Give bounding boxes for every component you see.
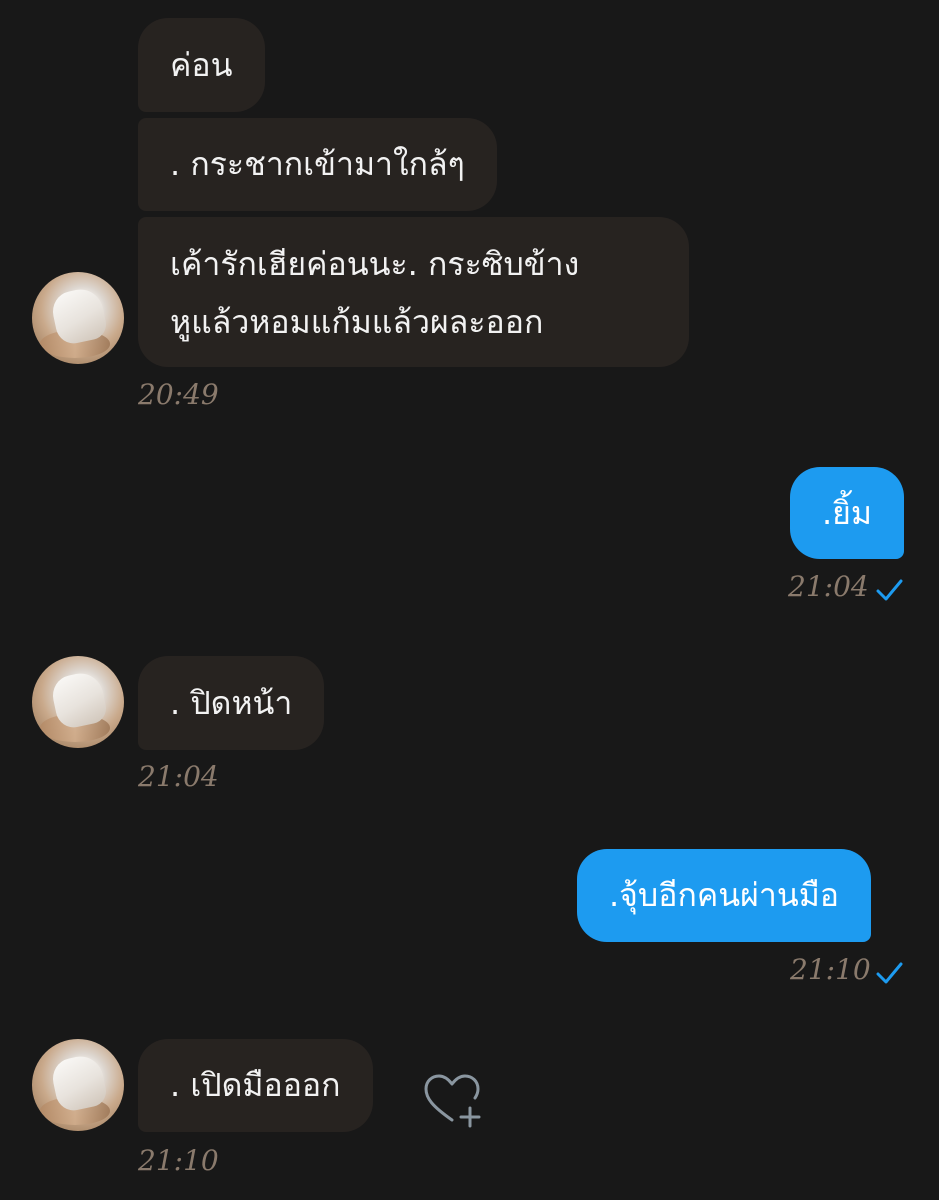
- message-bubble-incoming[interactable]: เค้ารักเฮียค่อนนะ. กระซิบข้าง หูแล้วหอมแ…: [138, 217, 689, 367]
- avatar[interactable]: [32, 1039, 124, 1131]
- avatar[interactable]: [32, 272, 124, 364]
- check-icon: [876, 962, 903, 984]
- message-timestamp: 20:49: [138, 378, 219, 411]
- message-bubble-incoming[interactable]: ค่อน: [138, 18, 265, 112]
- heart-plus-icon[interactable]: [422, 1072, 486, 1132]
- message-text: . ปิดหน้า: [170, 684, 293, 722]
- message-text: . เปิดมือออก: [170, 1066, 341, 1104]
- message-text: ค่อน: [170, 46, 233, 84]
- message-timestamp: 21:10: [790, 953, 871, 986]
- message-timestamp: 21:04: [788, 570, 869, 603]
- message-bubble-incoming[interactable]: . กระชากเข้ามาใกล้ๆ: [138, 118, 497, 211]
- message-timestamp: 21:10: [138, 1144, 219, 1177]
- message-timestamp: 21:04: [138, 760, 219, 793]
- message-text: .จุ้บอีกคนผ่านมือ: [609, 876, 840, 914]
- message-bubble-incoming[interactable]: . เปิดมือออก: [138, 1039, 373, 1132]
- avatar[interactable]: [32, 656, 124, 748]
- message-text-line: เค้ารักเฮียค่อนนะ. กระซิบข้าง: [170, 245, 580, 283]
- message-bubble-outgoing[interactable]: .จุ้บอีกคนผ่านมือ: [577, 849, 872, 942]
- message-bubble-outgoing[interactable]: .ยิ้ม: [790, 467, 905, 559]
- check-icon: [876, 579, 903, 601]
- message-bubble-incoming[interactable]: . ปิดหน้า: [138, 656, 325, 750]
- message-text-line: หูแล้วหอมแก้มแล้วผละออก: [170, 303, 544, 341]
- message-text: .ยิ้ม: [822, 494, 873, 532]
- message-text: . กระชากเข้ามาใกล้ๆ: [170, 145, 465, 183]
